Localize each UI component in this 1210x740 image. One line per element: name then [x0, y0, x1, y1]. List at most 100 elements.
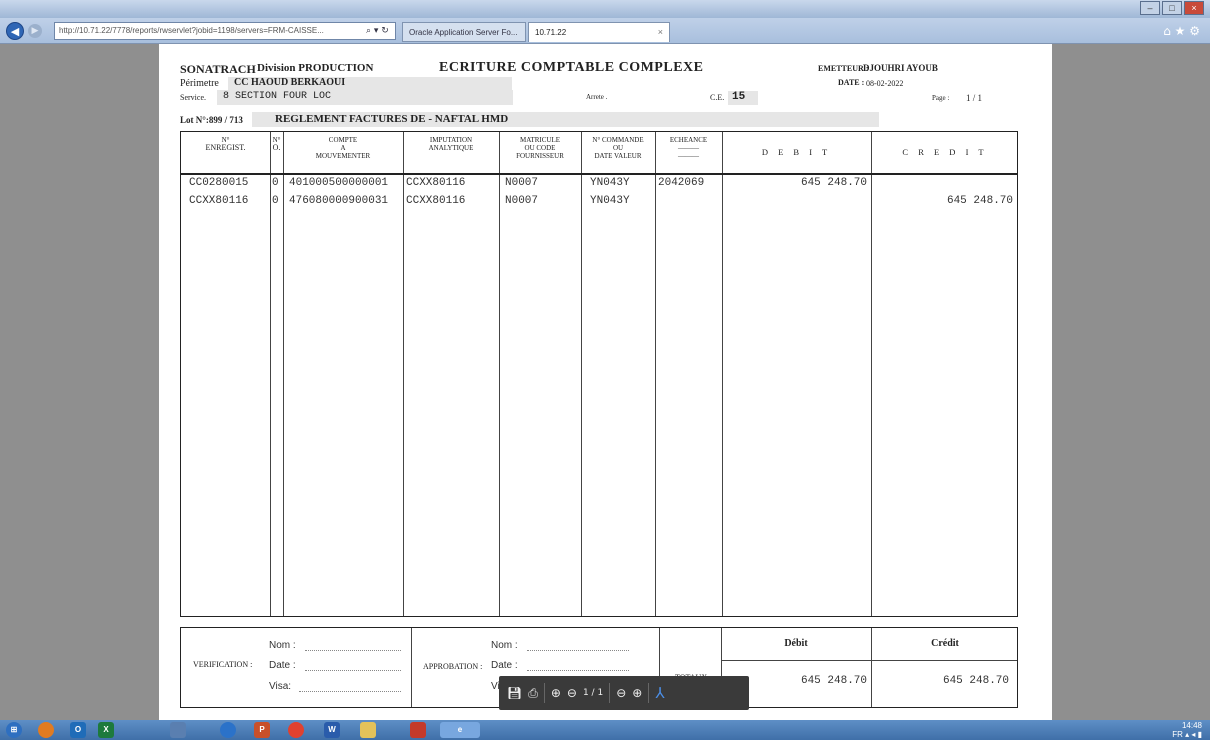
zoom-out-icon[interactable]: ⊖ — [616, 686, 626, 700]
col-header-matricule: MATRICULE OU CODE FOURNISSEUR — [516, 136, 564, 160]
ce-value: 15 — [728, 91, 758, 105]
outlook-icon[interactable]: O — [70, 722, 86, 738]
table-cell-compte: 476080000900031 — [289, 195, 389, 207]
approbation-date-field[interactable] — [527, 670, 629, 671]
window-titlebar: – □ × — [0, 0, 1210, 18]
print-icon[interactable]: ⎙ — [528, 686, 538, 701]
word-icon[interactable]: W — [324, 722, 340, 738]
table-cell-no: 0 — [272, 177, 279, 189]
approbation-nom-field[interactable] — [527, 650, 629, 651]
zoom-in-icon[interactable]: ⊕ — [632, 686, 642, 700]
table-cell-compte: 401000500000001 — [289, 177, 389, 189]
table-cell-commande: YN043Y — [590, 195, 630, 207]
folder-icon[interactable] — [360, 722, 376, 738]
minimize-button[interactable]: – — [1140, 1, 1160, 15]
col-header-compte: COMPTE A MOUVEMENTER — [315, 136, 371, 160]
page-value: 1 / 1 — [966, 93, 983, 103]
date-value: 08-02-2022 — [866, 79, 904, 88]
powerpoint-icon[interactable]: P — [254, 722, 270, 738]
address-tools[interactable]: ⌕ ▾ ↻ — [366, 22, 389, 40]
approbation-date-label: Date : — [491, 660, 518, 671]
credit-total-label: Crédit — [931, 638, 959, 649]
app-icon[interactable] — [220, 722, 236, 738]
table-cell-enregist: CC0280015 — [189, 177, 249, 189]
verification-nom-label: Nom : — [269, 640, 296, 651]
verification-date-field[interactable] — [305, 670, 401, 671]
excel-icon[interactable]: X — [98, 722, 114, 738]
emetteur-value: DJOUHRI AYOUB — [863, 63, 938, 73]
tab-label: 10.71.22 — [535, 28, 567, 37]
page-down-icon[interactable]: ⊖ — [567, 686, 577, 700]
tab-close-icon[interactable]: × — [658, 27, 663, 37]
table-cell-credit: 645 248.70 — [946, 195, 1013, 207]
clock: 14:48 — [1181, 721, 1202, 730]
forward-button[interactable]: ▶ — [28, 24, 42, 38]
verification-date-label: Date : — [269, 660, 296, 671]
firefox-icon[interactable] — [38, 722, 54, 738]
browser-tools-icons[interactable]: ⌂ ★ ⚙ — [1163, 24, 1200, 38]
media-icon[interactable] — [170, 722, 186, 738]
approbation-nom-label: Nom : — [491, 640, 518, 651]
approbation-label: APPROBATION : — [423, 662, 483, 671]
col-header-enregist: N° ENREGIST. — [205, 136, 246, 152]
chrome-icon[interactable] — [288, 722, 304, 738]
save-icon[interactable]: 💾︎ — [507, 686, 522, 700]
window-controls: – □ × — [1140, 1, 1204, 15]
page-label: Page : — [932, 94, 950, 102]
table-cell-enregist: CCXX80116 — [189, 195, 249, 207]
perimetre-label: Périmetre — [180, 78, 219, 89]
table-cell-matricule: N0007 — [505, 177, 539, 189]
tab-active[interactable]: 10.71.22 × — [528, 22, 670, 42]
start-button[interactable]: ⊞ — [6, 722, 22, 738]
pdf-toolbar: 💾︎ ⎙ ⊕ ⊖ 1 / 1 ⊖ ⊕ ⅄ — [499, 676, 749, 710]
service-label: Service. — [180, 93, 206, 102]
table-cell-commande: YN043Y — [590, 177, 630, 189]
lot-description: REGLEMENT FACTURES DE - NAFTAL HMD — [252, 112, 879, 127]
col-header-commande: N° COMMANDE OU DATE VALEUR — [592, 136, 644, 160]
page-up-icon[interactable]: ⊕ — [551, 686, 561, 700]
system-tray[interactable]: 14:48 FR ▴ ◂ ▮ — [1172, 721, 1202, 739]
table-cell-debit: 645 248.70 — [800, 177, 867, 189]
document-title: ECRITURE COMPTABLE COMPLEXE — [439, 60, 704, 75]
col-header-no: N° O. — [272, 136, 281, 152]
debit-total-label: Débit — [784, 638, 808, 649]
col-header-credit: C R E D I T — [902, 147, 988, 157]
close-window-button[interactable]: × — [1184, 1, 1204, 15]
verification-label: VERIFICATION : — [193, 660, 253, 669]
maximize-button[interactable]: □ — [1162, 1, 1182, 15]
back-button[interactable]: ◀ — [6, 22, 24, 40]
verification-nom-field[interactable] — [305, 650, 401, 651]
table-cell-no: 0 — [272, 195, 279, 207]
lot-label: Lot N°:899 / 713 — [180, 115, 243, 125]
emetteur-label: EMETTEUR : — [818, 64, 869, 73]
tab-oracle[interactable]: Oracle Application Server Fo... — [402, 22, 526, 42]
date-label: DATE : — [838, 78, 865, 87]
table-cell-imputation: CCXX80116 — [406, 195, 466, 207]
browser-toolbar: ◀ ▶ http://10.71.22/7778/reports/rwservl… — [0, 18, 1210, 44]
report-page: SONATRACH Division PRODUCTION ECRITURE C… — [159, 44, 1052, 720]
ce-label: C.E. — [710, 93, 725, 102]
arrete-label: Arrete . — [586, 93, 608, 101]
total-credit: 645 248.70 — [942, 675, 1009, 687]
entries-table: N° ENREGIST. N° O. COMPTE A MOUVEMENTER IMPU… — [180, 131, 1018, 617]
verification-visa-label: Visa: — [269, 681, 292, 692]
taskbar: ⊞ O X P W e 14:48 FR ▴ ◂ ▮ — [0, 720, 1210, 740]
division: Division PRODUCTION — [257, 62, 374, 74]
col-header-echeance: ECHEANCE ——— ——— — [669, 136, 708, 160]
tab-label: Oracle Application Server Fo... — [409, 28, 518, 37]
acrobat-icon[interactable]: ⅄ — [655, 684, 664, 702]
verification-visa-field[interactable] — [299, 691, 401, 692]
table-cell-echeance: 2042069 — [658, 177, 705, 189]
col-header-imputation: IMPUTATION ANALYTIQUE — [428, 136, 474, 152]
table-cell-matricule: N0007 — [505, 195, 539, 207]
ie-icon[interactable]: e — [440, 722, 480, 738]
tray-icons: FR ▴ ◂ ▮ — [1172, 730, 1202, 739]
col-header-debit: D E B I T — [761, 147, 832, 157]
address-bar[interactable]: http://10.71.22/7778/reports/rwservlet?j… — [54, 22, 396, 40]
acrobat-taskbar-icon[interactable] — [410, 722, 426, 738]
page-indicator[interactable]: 1 / 1 — [583, 688, 603, 698]
company-name: SONATRACH — [180, 62, 256, 76]
table-cell-imputation: CCXX80116 — [406, 177, 466, 189]
service-value: 8 SECTION FOUR LOC — [217, 90, 513, 105]
total-debit: 645 248.70 — [800, 675, 867, 687]
